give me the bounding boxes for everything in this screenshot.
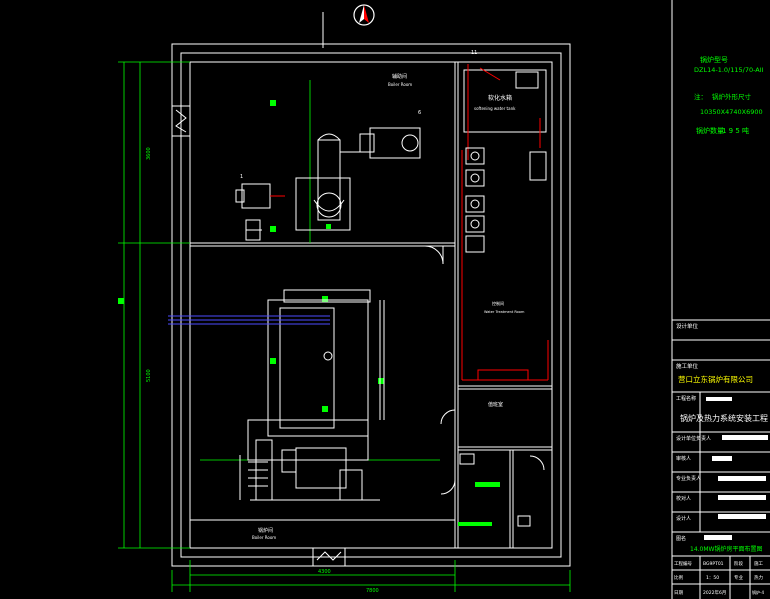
stage-label: 阶段 <box>734 560 743 567</box>
callout-6: 6 <box>418 110 421 116</box>
tb-row-2: 审核人 <box>676 455 691 462</box>
aux-room-label: 辅助间 <box>392 73 407 80</box>
boiler-room-label: 锅炉间 <box>258 527 273 534</box>
dim-left-upper: 3600 <box>146 147 152 160</box>
dim-left-lower: 5100 <box>146 369 152 382</box>
boiler-room-sub: Boiler Room <box>252 535 276 540</box>
drawing-name: 14.0MW锅炉房平面布置图 <box>690 545 762 553</box>
callout-1: 1 <box>240 174 243 180</box>
boiler-count-value: 1 9 5 吨 <box>722 126 749 135</box>
specialty-value: 热力 <box>754 574 763 581</box>
callout-11: 11 <box>471 50 477 56</box>
specialty-label: 专业 <box>734 574 743 581</box>
project-no: BG9PT01 <box>703 561 724 567</box>
control-room-label: 控制间 <box>492 300 504 306</box>
tb-row-4: 校对人 <box>676 495 691 502</box>
build-unit-label: 施工单位 <box>676 362 699 370</box>
right-mid-sub: Water Treatment Room <box>484 310 525 314</box>
project-name: 锅炉及热力系统安装工程 <box>680 413 768 423</box>
boiler-note-label: 注： <box>694 92 707 101</box>
date-label: 日期 <box>674 590 683 596</box>
drawing-name-label: 图名 <box>676 535 686 542</box>
project-name-label: 工程名称 <box>676 395 696 402</box>
date-value: 2022年6月 <box>703 589 726 596</box>
scale-value: 1：50 <box>706 575 719 581</box>
stage-value: 施工 <box>754 560 763 567</box>
duty-room-label: 值班室 <box>488 401 503 408</box>
tb-row-1: 设计单位负责人 <box>676 435 711 442</box>
boiler-size-value: 10350X4740X6900 <box>700 108 763 116</box>
tb-row-3: 专业负责人 <box>676 475 701 482</box>
design-unit-label: 设计单位 <box>676 322 699 330</box>
dim-bottom-total: 7800 <box>366 588 379 594</box>
aux-room-sub: Boiler Room <box>388 82 412 87</box>
project-no-label: 工程编号 <box>674 560 692 567</box>
tb-row-5: 设计人 <box>676 515 691 522</box>
boiler-size-label: 锅炉外形尺寸 <box>712 92 752 101</box>
boiler-model-label: 锅炉型号 <box>700 55 728 64</box>
company-name: 营口立东锅炉有限公司 <box>678 374 753 384</box>
boiler-count-label: 锅炉数量 <box>696 126 724 135</box>
water-tank-sub: softening water tank <box>474 106 516 111</box>
dim-bottom-inner: 4300 <box>318 569 331 575</box>
scale-label: 比例 <box>674 574 683 581</box>
boiler-model-value: DZL14-1.0/115/70-AII <box>694 66 764 74</box>
water-tank-label: 软化水箱 <box>488 94 512 102</box>
sheet-label: 锅炉-4 <box>752 589 764 595</box>
floor-plan-drawing: 辅助间 Boiler Room 软化水箱 softening water tan… <box>0 0 770 599</box>
